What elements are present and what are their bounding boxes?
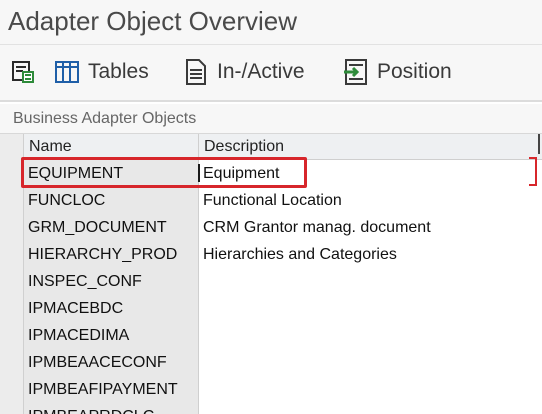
text-cursor: [198, 164, 200, 182]
table-row[interactable]: IPMBEAACECONF: [24, 349, 542, 376]
description-cell[interactable]: [199, 349, 542, 376]
toolbar: Tables In-/Active Position: [0, 44, 542, 100]
grid-header: Name Description: [24, 134, 542, 160]
table-row[interactable]: INSPEC_CONF: [24, 268, 542, 295]
table-row[interactable]: GRM_DOCUMENT CRM Grantor manag. document: [24, 214, 542, 241]
in-active-button[interactable]: In-/Active: [183, 55, 305, 89]
description-cell[interactable]: Equipment: [199, 160, 542, 187]
section-header: Business Adapter Objects: [0, 104, 542, 134]
tables-label: Tables: [88, 60, 149, 83]
table-row[interactable]: IPMBEAPRDCLC: [24, 403, 542, 414]
column-header-description[interactable]: Description: [199, 134, 542, 160]
description-cell[interactable]: [199, 322, 542, 349]
name-cell[interactable]: HIERARCHY_PROD: [24, 241, 199, 268]
title-bar: Adapter Object Overview: [0, 0, 542, 44]
tables-button[interactable]: Tables: [54, 55, 149, 89]
position-label: Position: [377, 60, 452, 83]
table-row[interactable]: HIERARCHY_PROD Hierarchies and Categorie…: [24, 241, 542, 268]
table-row[interactable]: EQUIPMENT Equipment: [24, 160, 542, 187]
page-title: Adapter Object Overview: [8, 6, 298, 36]
description-cell[interactable]: [199, 295, 542, 322]
column-resize-handle[interactable]: [538, 134, 540, 154]
name-cell[interactable]: IPMBEAFIPAYMENT: [24, 376, 199, 403]
selection-marker: [529, 157, 537, 186]
description-cell[interactable]: [199, 268, 542, 295]
in-active-label: In-/Active: [217, 60, 305, 83]
position-icon: [343, 59, 369, 85]
toolbar-divider: [0, 100, 542, 102]
section-title: Business Adapter Objects: [13, 110, 197, 127]
table-row[interactable]: FUNCLOC Functional Location: [24, 187, 542, 214]
description-cell[interactable]: Functional Location: [199, 187, 542, 214]
table-row[interactable]: IPMACEDIMA: [24, 322, 542, 349]
description-cell[interactable]: [199, 376, 542, 403]
position-button[interactable]: Position: [343, 55, 452, 89]
name-cell[interactable]: FUNCLOC: [24, 187, 199, 214]
table-row[interactable]: IPMBEAFIPAYMENT: [24, 376, 542, 403]
description-cell[interactable]: Hierarchies and Categories: [199, 241, 542, 268]
name-cell[interactable]: EQUIPMENT: [24, 160, 199, 187]
name-cell[interactable]: IPMACEDIMA: [24, 322, 199, 349]
description-cell[interactable]: CRM Grantor manag. document: [199, 214, 542, 241]
filter-settings-button[interactable]: [10, 55, 36, 89]
row-selector-column[interactable]: [0, 134, 24, 414]
name-cell[interactable]: IPMBEAPRDCLC: [24, 403, 199, 414]
adapter-objects-grid: Name Description EQUIPMENT Equipment FUN…: [0, 134, 542, 414]
description-cell[interactable]: [199, 403, 542, 414]
filter-settings-icon: [10, 59, 36, 85]
column-header-name[interactable]: Name: [24, 134, 199, 160]
name-cell[interactable]: IPMACEBDC: [24, 295, 199, 322]
document-icon: [183, 59, 209, 85]
table-row[interactable]: IPMACEBDC: [24, 295, 542, 322]
name-cell[interactable]: IPMBEAACECONF: [24, 349, 199, 376]
name-cell[interactable]: INSPEC_CONF: [24, 268, 199, 295]
table-icon: [54, 59, 80, 85]
name-cell[interactable]: GRM_DOCUMENT: [24, 214, 199, 241]
